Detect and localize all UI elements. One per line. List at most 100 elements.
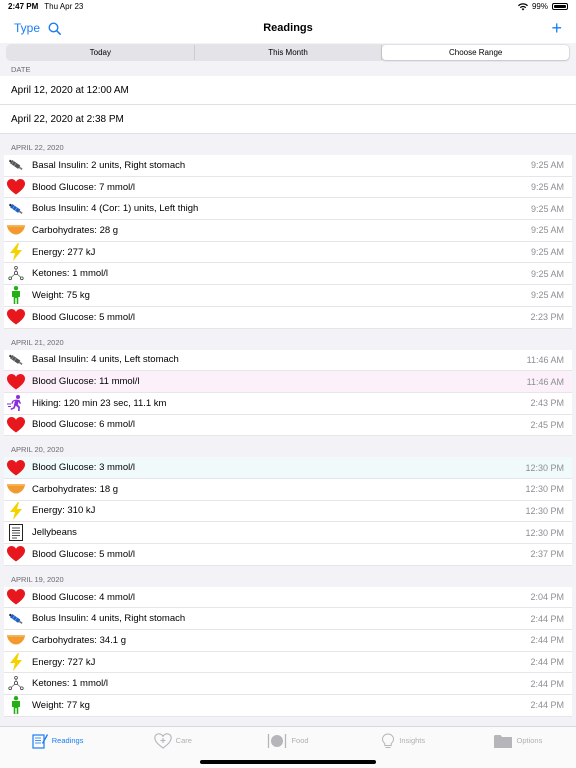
tab-insights[interactable]: Insights [346,727,461,754]
reading-time: 12:30 PM [525,527,564,538]
reading-label: Bolus Insulin: 4 units, Right stomach [32,613,186,625]
reading-row[interactable]: Hiking: 120 min 23 sec, 11.1 km 2:43 PM [4,392,572,415]
reading-row[interactable]: Blood Glucose: 4 mmol/l 2:04 PM [4,586,572,609]
reading-row[interactable]: Bolus Insulin: 4 (Cor: 1) units, Left th… [4,198,572,221]
reading-row[interactable]: Carbohydrates: 34.1 g 2:44 PM [4,630,572,652]
reading-row[interactable]: Ketones: 1 mmol/l 2:44 PM [4,673,572,696]
reading-time: 12:30 PM [525,484,564,495]
reading-time: 9:25 AM [530,268,564,279]
reading-row[interactable]: Blood Glucose: 11 mmol/l 11:46 AM [4,371,572,393]
reading-row[interactable]: Basal Insulin: 2 units, Right stomach 9:2… [4,155,572,177]
reading-time: 2:23 PM [530,312,564,323]
reading-time: 2:43 PM [530,398,564,409]
reading-row[interactable]: Jellybeans 12:30 PM [4,522,572,544]
reading-label: Carbohydrates: 18 g [32,483,119,495]
reading-row[interactable]: Blood Glucose: 3 mmol/l 12:30 PM [4,457,572,479]
range-start-row[interactable]: April 12, 2020 at 12:00 AM [0,76,576,105]
reading-row[interactable]: Energy: 727 kJ 2:44 PM [4,651,572,674]
reading-row[interactable]: Carbohydrates: 28 g 9:25 AM [4,220,572,242]
reading-label: Blood Glucose: 3 mmol/l [32,462,135,474]
reading-row[interactable]: Blood Glucose: 7 mmol/l 9:25 AM [4,176,572,199]
reading-label: Weight: 77 kg [32,699,90,711]
search-icon[interactable] [48,21,61,35]
reading-time: 9:25 AM [530,182,564,193]
reading-label: Carbohydrates: 34.1 g [32,634,127,646]
molecule-icon [4,676,28,691]
reading-row[interactable]: Weight: 77 kg 2:44 PM [4,695,572,717]
heart-icon [4,416,28,433]
reading-time: 2:37 PM [530,549,564,560]
add-reading-button[interactable]: + [551,19,562,37]
reading-time: 9:25 AM [530,290,564,301]
reading-time: 12:30 PM [525,462,564,473]
syringe-icon [4,158,28,172]
reading-row[interactable]: Carbohydrates: 18 g 12:30 PM [4,478,572,501]
range-end-label: April 22, 2020 at 2:38 PM [11,113,124,125]
status-date: Thu Apr 23 [44,2,84,11]
heart-icon [4,373,28,390]
reading-label: Blood Glucose: 6 mmol/l [32,419,135,431]
tab-label: Options [516,736,543,745]
reading-time: 2:44 PM [530,657,564,668]
home-indicator[interactable] [200,760,376,764]
reading-label: Ketones: 1 mmol/l [32,678,109,690]
heart-icon [4,589,28,605]
readings-list[interactable]: DATE April 12, 2020 at 12:00 AM April 22… [0,62,576,724]
reading-time: 2:44 PM [530,700,564,711]
reading-row[interactable]: Basal Insulin: 4 units, Left stomach 11:4… [4,349,572,372]
reading-label: Jellybeans [32,527,77,539]
segment-this-month[interactable]: This Month [195,45,383,60]
reading-label: Bolus Insulin: 4 (Cor: 1) units, Left th… [32,203,199,215]
care-icon [153,732,172,749]
bowl-icon [4,635,28,645]
segment-today[interactable]: Today [7,45,195,60]
reading-row[interactable]: Blood Glucose: 5 mmol/l 2:23 PM [4,306,572,329]
tab-label: Food [291,736,309,745]
reading-time: 9:25 AM [530,160,564,171]
reading-time: 11:46 AM [526,354,564,365]
reading-label: Blood Glucose: 7 mmol/l [32,181,135,193]
reading-time: 11:46 AM [526,376,564,387]
segment-label: This Month [268,48,308,57]
reading-row[interactable]: Blood Glucose: 5 mmol/l 2:37 PM [4,544,572,566]
reading-time: 2:44 PM [530,635,564,646]
tab-readings[interactable]: Readings [0,727,115,754]
reading-row[interactable]: Energy: 277 kJ 9:25 AM [4,241,572,264]
tab-care[interactable]: Care [115,727,230,754]
reading-label: Blood Glucose: 5 mmol/l [32,311,135,323]
page-title: Readings [263,22,313,34]
food-icon [267,733,287,749]
battery-percent: 99% [531,2,548,11]
status-time: 2:47 PM [8,2,39,11]
tab-options[interactable]: Options [461,727,576,754]
heart-icon [4,546,28,562]
range-end-row[interactable]: April 22, 2020 at 2:38 PM [0,105,576,134]
date-section-header: DATE [0,62,576,76]
reading-label: Hiking: 120 min 23 sec, 11.1 km [32,397,167,409]
reading-row[interactable]: Ketones: 1 mmol/l 9:25 AM [4,263,572,286]
syringe-icon [4,353,28,367]
tab-label: Insights [399,736,426,745]
reading-row[interactable]: Weight: 75 kg 9:25 AM [4,285,572,307]
reading-label: Ketones: 1 mmol/l [32,268,109,280]
molecule-icon [4,266,28,281]
reading-label: Basal Insulin: 2 units, Right stomach [32,159,186,171]
status-bar: 2:47 PM Thu Apr 23 99% [0,0,576,13]
tab-food[interactable]: Food [230,727,345,754]
day-section-header: APRIL 20, 2020 [0,436,576,458]
sections-container: APRIL 22, 2020 Basal Insulin: 2 units, Ri… [0,134,576,717]
day-section-header: APRIL 21, 2020 [0,328,576,350]
segment-choose-range[interactable]: Choose Range [382,45,570,60]
bowl-icon [4,484,28,494]
day-section-header: APRIL 19, 2020 [0,565,576,587]
reading-row[interactable]: Energy: 310 kJ 12:30 PM [4,500,572,523]
insights-icon [381,732,395,749]
tab-label: Readings [51,736,84,745]
bowl-icon [4,225,28,235]
reading-row[interactable]: Blood Glucose: 6 mmol/l 2:45 PM [4,414,572,437]
reading-label: Energy: 277 kJ [32,246,96,258]
reading-time: 2:04 PM [530,592,564,603]
reading-row[interactable]: Bolus Insulin: 4 units, Right stomach 2:4… [4,608,572,631]
reading-time: 2:45 PM [530,419,564,430]
type-filter-button[interactable]: Type [14,21,40,35]
